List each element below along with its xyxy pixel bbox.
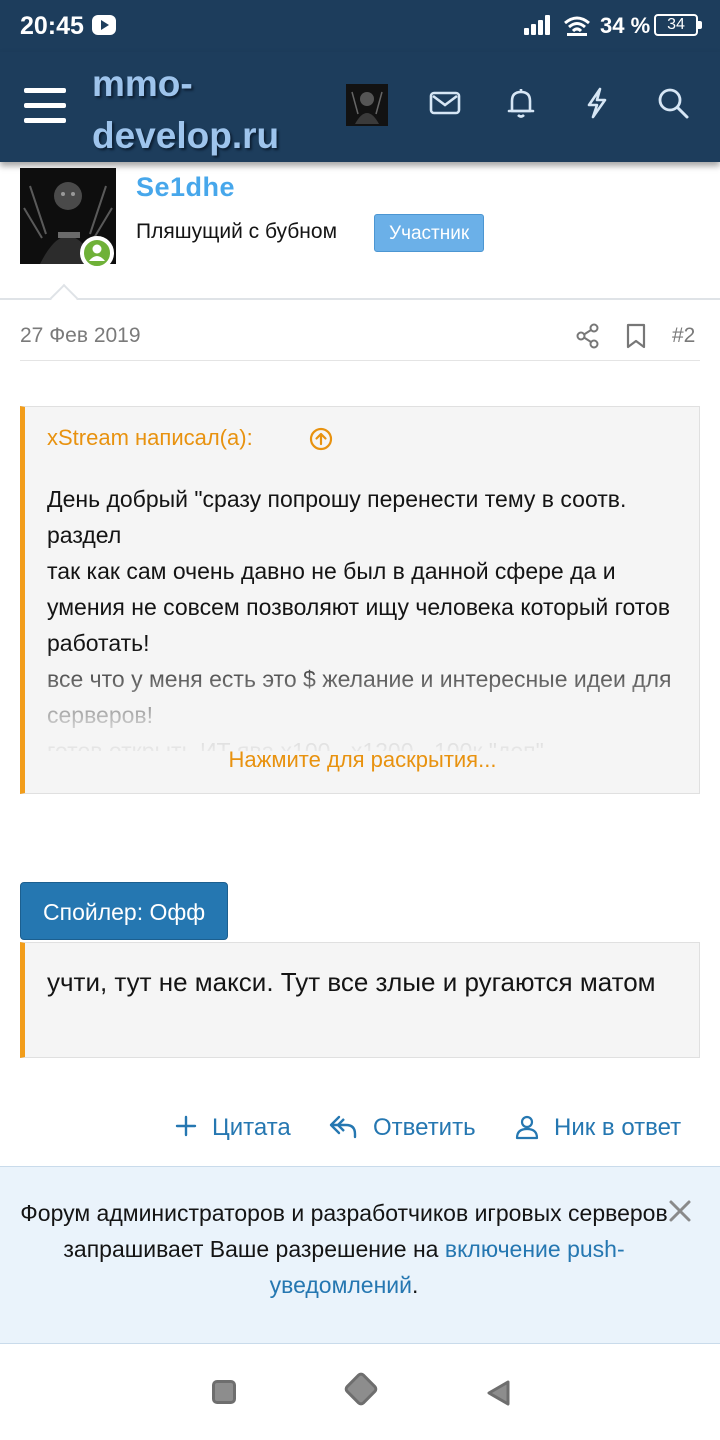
post-date[interactable]: 27 Фев 2019 bbox=[20, 324, 141, 348]
push-notice-text: Форум администраторов и разработчиков иг… bbox=[20, 1195, 668, 1303]
mail-icon[interactable] bbox=[428, 86, 462, 120]
meta-divider bbox=[20, 360, 700, 361]
spoiler-content: учти, тут не макси. Тут все злые и ругаю… bbox=[47, 967, 656, 997]
lightning-icon[interactable] bbox=[580, 86, 614, 120]
share-icon[interactable] bbox=[574, 322, 602, 350]
youtube-icon bbox=[92, 15, 116, 35]
status-time: 20:45 bbox=[20, 12, 84, 40]
search-icon[interactable] bbox=[656, 86, 690, 120]
spoiler-content-box: учти, тут не макси. Тут все злые и ругаю… bbox=[20, 942, 700, 1058]
app-header: mmo-develop.ru bbox=[0, 52, 720, 162]
push-notice-banner: Форум администраторов и разработчиков иг… bbox=[0, 1166, 720, 1344]
post-number[interactable]: #2 bbox=[672, 324, 695, 348]
signal-icon bbox=[524, 15, 554, 35]
battery-icon: 34 bbox=[654, 14, 702, 36]
author-title: Пляшущий с бубном bbox=[136, 220, 338, 243]
spoiler-button[interactable]: Спойлер: Офф bbox=[20, 882, 229, 940]
back-icon[interactable] bbox=[484, 1378, 514, 1408]
system-nav-bar bbox=[0, 1344, 720, 1440]
divider bbox=[0, 298, 720, 300]
battery-level: 34 bbox=[667, 16, 685, 33]
quote-action-button[interactable]: Цитата bbox=[174, 1110, 304, 1146]
quote-block: xStream написал(а): День добрый "сразу п… bbox=[20, 406, 700, 794]
bell-icon[interactable] bbox=[504, 86, 538, 120]
push-notice-suffix: . bbox=[412, 1272, 419, 1298]
user-avatar-icon[interactable] bbox=[346, 84, 388, 126]
reply-icon bbox=[329, 1115, 357, 1139]
plus-icon bbox=[175, 1115, 197, 1137]
menu-icon[interactable] bbox=[24, 88, 66, 124]
site-logo[interactable]: mmo-develop.ru bbox=[92, 58, 292, 162]
online-status-icon bbox=[80, 236, 114, 270]
quote-action-label: Цитата bbox=[212, 1114, 291, 1141]
mention-action-label: Ник в ответ bbox=[554, 1114, 682, 1141]
quote-author[interactable]: xStream написал(а): bbox=[47, 425, 253, 451]
home-icon[interactable] bbox=[342, 1370, 380, 1408]
close-icon[interactable] bbox=[666, 1197, 694, 1225]
battery-percent: 34 % bbox=[600, 13, 651, 38]
status-bar: 20:45 34 % 34 bbox=[0, 0, 720, 52]
post-author-block: Se1dhe Пляшущий с бубном Участник bbox=[0, 162, 720, 300]
recent-apps-icon[interactable] bbox=[212, 1380, 236, 1404]
bookmark-icon[interactable] bbox=[622, 322, 650, 350]
arrow-up-circle-icon[interactable] bbox=[309, 427, 333, 451]
user-icon bbox=[515, 1115, 539, 1140]
wifi-icon bbox=[564, 16, 590, 36]
author-badge: Участник bbox=[374, 214, 485, 252]
reply-action-label: Ответить bbox=[373, 1114, 476, 1141]
mention-action-button[interactable]: Ник в ответ bbox=[514, 1110, 700, 1146]
author-name[interactable]: Se1dhe bbox=[136, 172, 235, 203]
expand-quote-link[interactable]: Нажмите для раскрытия... bbox=[25, 747, 699, 773]
reply-action-button[interactable]: Ответить bbox=[328, 1110, 493, 1146]
